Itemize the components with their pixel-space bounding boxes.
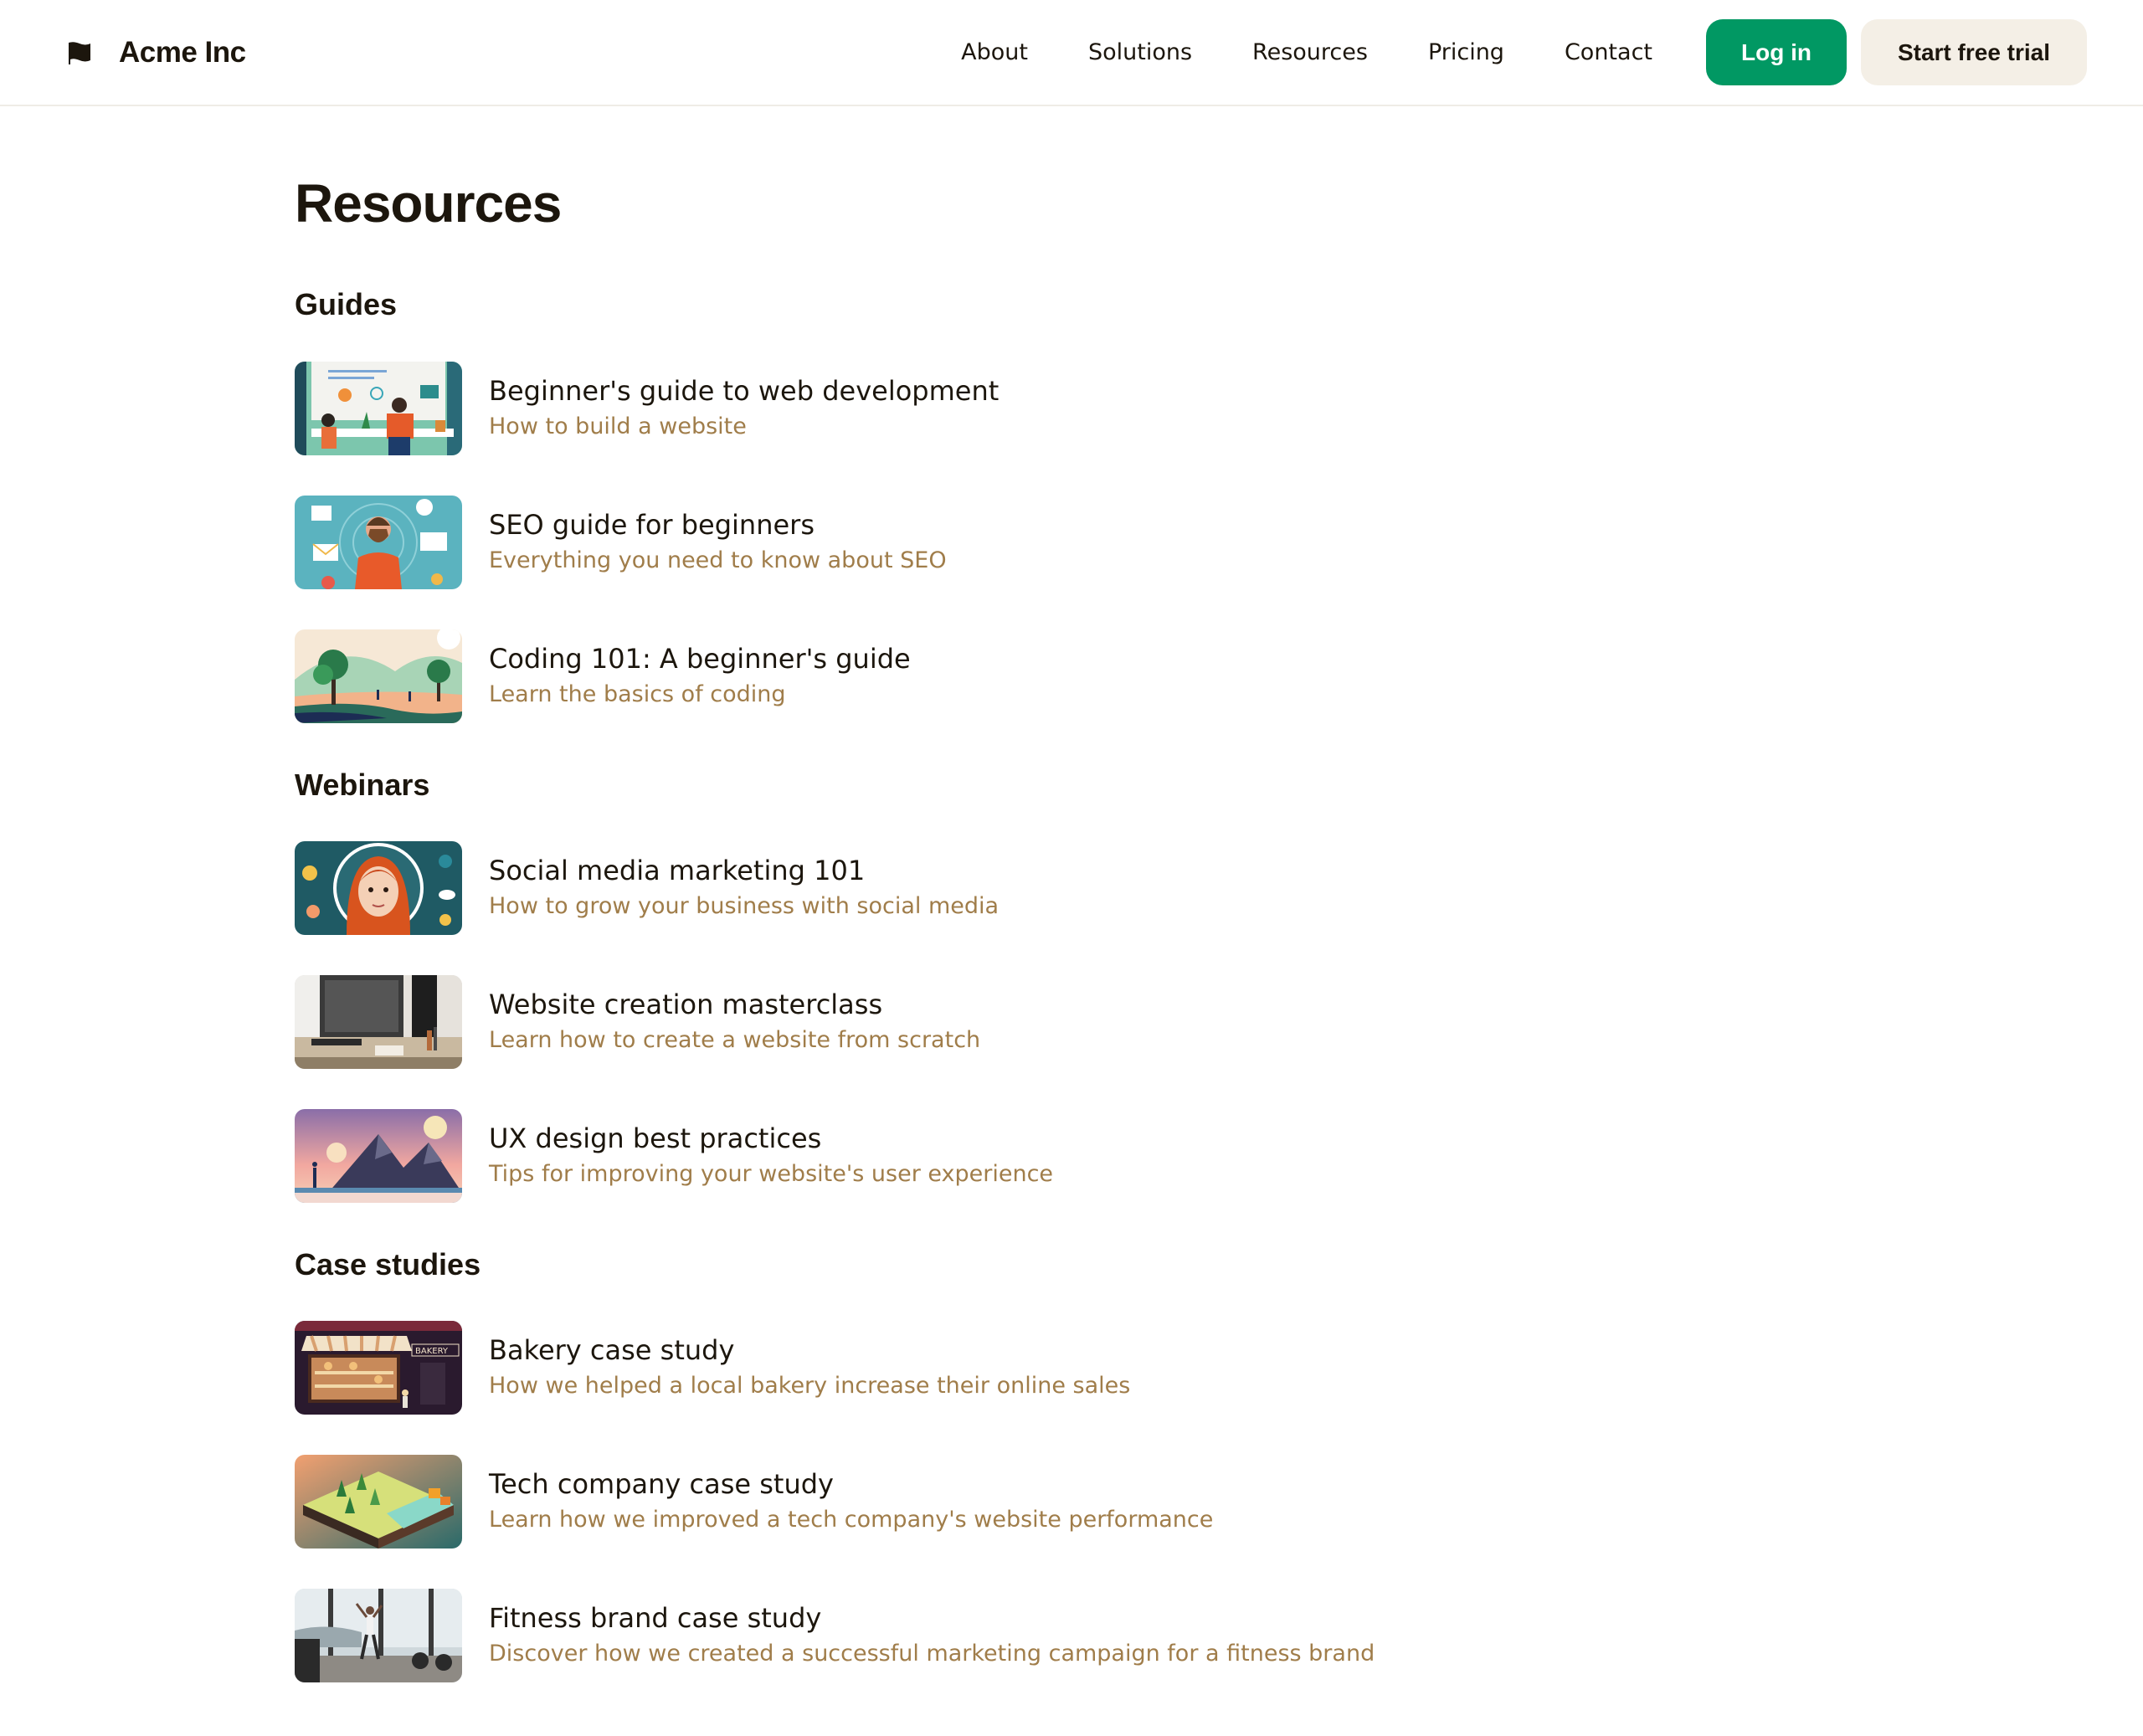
site-header: Acme Inc About Solutions Resources Prici…	[0, 0, 2143, 106]
resource-subtitle: Everything you need to know about SEO	[489, 547, 947, 573]
resource-item[interactable]: SEO guide for beginners Everything you n…	[295, 496, 947, 589]
start-trial-button[interactable]: Start free trial	[1861, 19, 2087, 85]
resource-title: Tech company case study	[489, 1468, 834, 1500]
page-title: Resources	[295, 173, 562, 234]
nav-link-resources[interactable]: Resources	[1252, 39, 1368, 65]
main-nav: About Solutions Resources Pricing Contac…	[961, 39, 1652, 65]
resource-subtitle: Learn how to create a website from scrat…	[489, 1027, 981, 1053]
resource-subtitle: How to grow your business with social me…	[489, 893, 1000, 919]
flag-icon	[69, 41, 90, 64]
resource-title: Fitness brand case study	[489, 1602, 822, 1634]
section-title-webinars: Webinars	[295, 768, 430, 802]
social-media-illustration	[295, 841, 462, 935]
desk-photo	[295, 975, 462, 1069]
isometric-park-illustration	[295, 1455, 462, 1549]
login-button[interactable]: Log in	[1706, 19, 1847, 85]
resource-subtitle: How to build a website	[489, 413, 747, 439]
resource-item[interactable]: UX design best practices Tips for improv…	[295, 1109, 1053, 1203]
mountain-illustration	[295, 1109, 462, 1203]
resource-subtitle: Learn how we improved a tech company's w…	[489, 1507, 1214, 1533]
resource-item[interactable]: Social media marketing 101 How to grow y…	[295, 841, 999, 935]
resource-item[interactable]: BAKERY Bakery case study How we helped a…	[295, 1321, 1130, 1415]
gym-photo	[295, 1589, 462, 1682]
resource-subtitle: Tips for improving your website's user e…	[489, 1161, 1054, 1187]
nav-link-contact[interactable]: Contact	[1565, 39, 1652, 65]
resource-title: Bakery case study	[489, 1334, 735, 1366]
resource-title: Website creation masterclass	[489, 989, 883, 1020]
resource-title: Coding 101: A beginner's guide	[489, 643, 911, 675]
resource-title: Beginner's guide to web development	[489, 375, 1000, 407]
nav-link-pricing[interactable]: Pricing	[1428, 39, 1504, 65]
nav-link-solutions[interactable]: Solutions	[1088, 39, 1192, 65]
seo-illustration	[295, 496, 462, 589]
landscape-illustration	[295, 629, 462, 723]
resource-item[interactable]: Fitness brand case study Discover how we…	[295, 1589, 1375, 1682]
resource-item[interactable]: Coding 101: A beginner's guide Learn the…	[295, 629, 911, 723]
bakery-illustration: BAKERY	[295, 1321, 462, 1415]
resource-subtitle: How we helped a local bakery increase th…	[489, 1373, 1131, 1399]
resource-item[interactable]: Beginner's guide to web development How …	[295, 362, 999, 455]
brand[interactable]: Acme Inc	[67, 36, 246, 69]
resource-item[interactable]: Tech company case study Learn how we imp…	[295, 1455, 1213, 1549]
resource-subtitle: Discover how we created a successful mar…	[489, 1641, 1375, 1667]
web-development-illustration	[295, 362, 462, 455]
nav-link-about[interactable]: About	[961, 39, 1028, 65]
resource-item[interactable]: Website creation masterclass Learn how t…	[295, 975, 980, 1069]
resource-subtitle: Learn the basics of coding	[489, 681, 786, 707]
resource-title: SEO guide for beginners	[489, 509, 815, 541]
svg-text:BAKERY: BAKERY	[415, 1347, 449, 1356]
resource-title: UX design best practices	[489, 1122, 822, 1154]
section-title-guides: Guides	[295, 287, 398, 321]
resource-title: Social media marketing 101	[489, 855, 866, 886]
section-title-case-studies: Case studies	[295, 1247, 481, 1281]
brand-name: Acme Inc	[119, 35, 246, 69]
